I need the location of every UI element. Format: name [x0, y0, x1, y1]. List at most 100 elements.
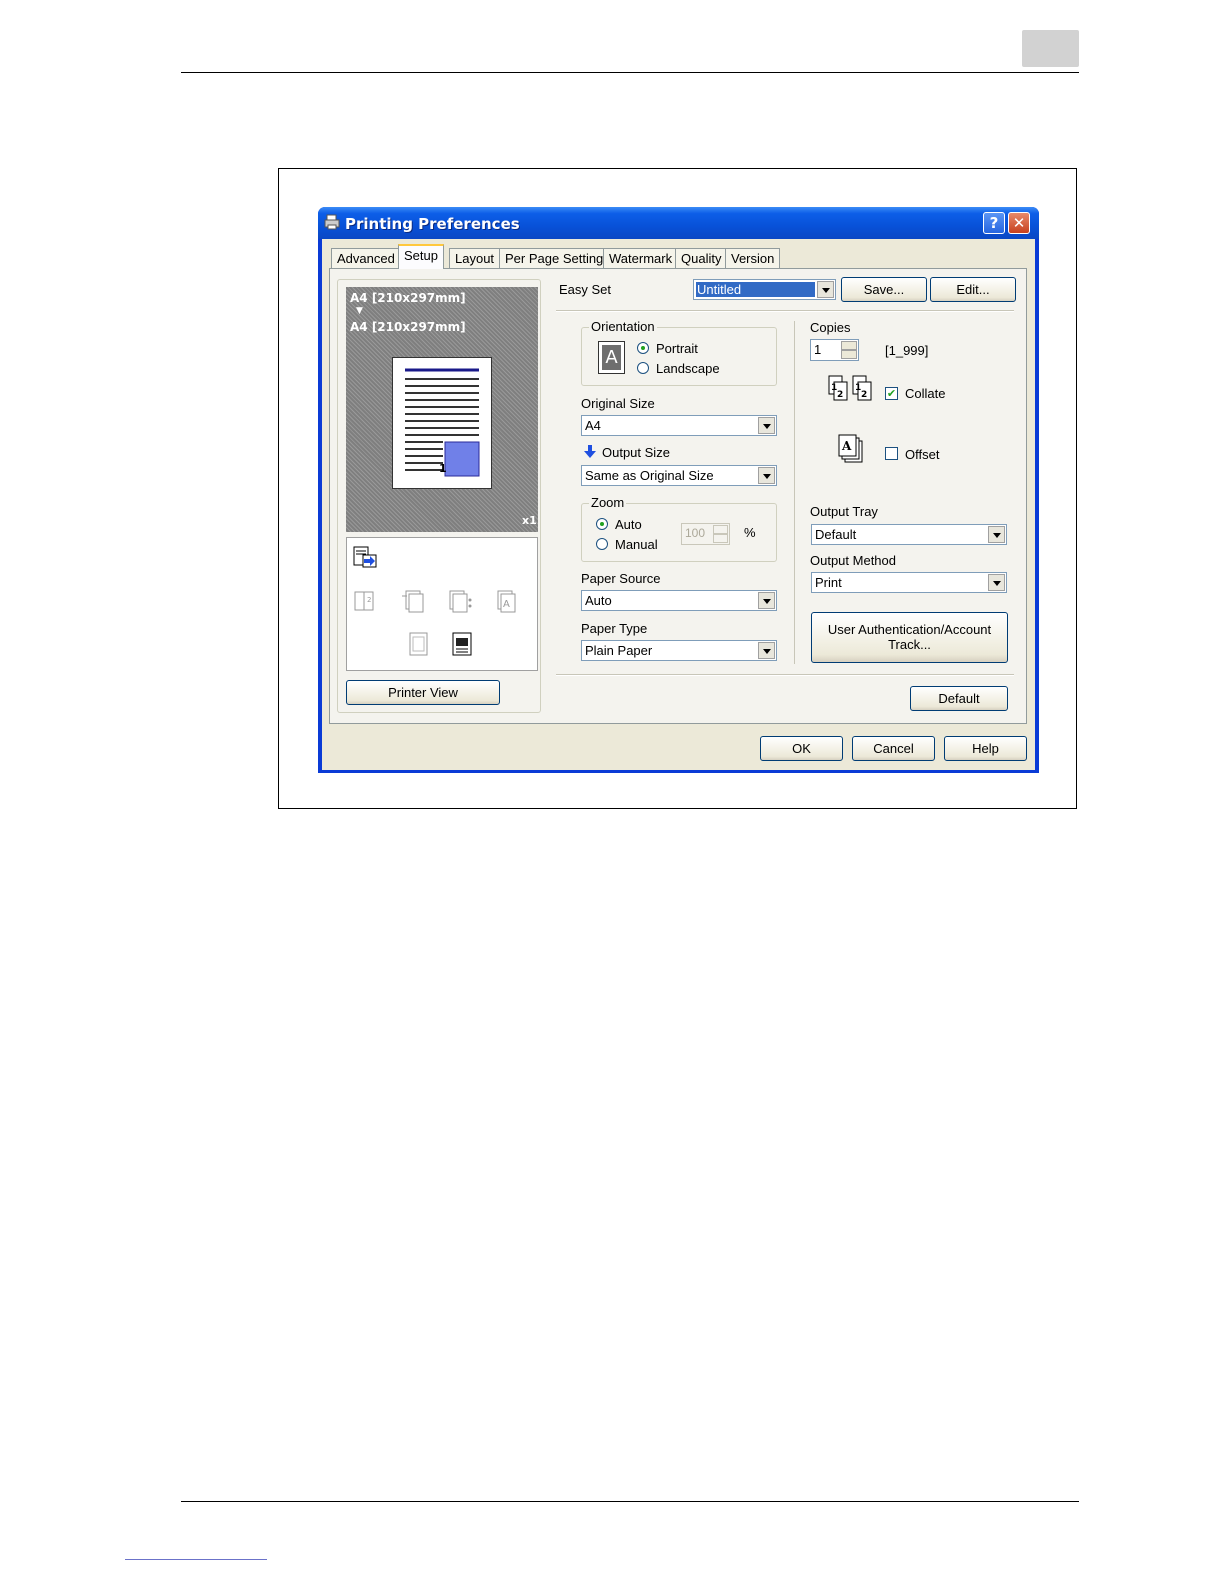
orientation-preview-icon: A: [598, 341, 625, 374]
user-authentication-button[interactable]: User Authentication/Account Track...: [811, 612, 1008, 663]
setup-panel: A4 [210x297mm] ▼ A4 [210x297mm] 1 x1 2 A…: [329, 268, 1027, 724]
default-button[interactable]: Default: [910, 686, 1008, 711]
output-tray-select[interactable]: Default: [811, 524, 1007, 545]
spinner-down-icon[interactable]: [841, 350, 857, 359]
header-rule: [181, 72, 1079, 73]
output-method-select[interactable]: Print: [811, 572, 1007, 593]
fold-icon[interactable]: A: [495, 588, 521, 614]
zoom-legend: Zoom: [589, 495, 627, 510]
edit-button[interactable]: Edit...: [930, 277, 1016, 302]
chevron-down-icon[interactable]: [758, 592, 775, 609]
booklet-icon[interactable]: [405, 631, 431, 657]
preview-original-size: A4 [210x297mm]: [350, 291, 466, 305]
paper-type-value: Plain Paper: [585, 643, 653, 658]
preview-copies-marker: x1: [522, 514, 537, 527]
copies-range: [1_999]: [885, 343, 929, 358]
offset-icon: A: [838, 434, 863, 463]
finishing-icons-panel: 2 A: [346, 537, 538, 671]
tab-advanced[interactable]: Advanced: [331, 248, 401, 268]
chevron-down-icon[interactable]: [988, 526, 1005, 543]
tab-watermark[interactable]: Watermark: [603, 248, 679, 268]
bottom-separator: [556, 674, 1014, 676]
portrait-label[interactable]: Portrait: [656, 341, 698, 356]
output-tray-value: Default: [815, 527, 857, 542]
cancel-button[interactable]: Cancel: [852, 736, 935, 761]
zoom-manual-radio[interactable]: [596, 538, 608, 550]
landscape-label[interactable]: Landscape: [656, 361, 720, 376]
preview-page-number: 1: [439, 462, 447, 475]
orientation-letter: A: [602, 345, 621, 370]
chevron-down-icon[interactable]: [988, 574, 1005, 591]
output-method-label: Output Method: [810, 553, 896, 568]
preview-page: 1: [392, 357, 492, 489]
chevron-down-icon[interactable]: [817, 281, 834, 298]
cover-sheet-icon[interactable]: [449, 631, 475, 657]
printer-output-icon[interactable]: [352, 544, 378, 570]
chevron-down-icon[interactable]: [758, 467, 775, 484]
paper-source-value: Auto: [585, 593, 612, 608]
collate-icon: 12 12: [828, 375, 872, 401]
spinner-up-icon[interactable]: [713, 525, 728, 534]
easy-set-label: Easy Set: [559, 282, 612, 297]
paper-type-select[interactable]: Plain Paper: [581, 640, 777, 661]
punch-icon[interactable]: [447, 588, 473, 614]
orientation-group: Orientation A Portrait Landscape: [581, 319, 777, 386]
svg-text:A: A: [503, 599, 510, 610]
tab-quality[interactable]: Quality: [675, 248, 728, 268]
offset-label[interactable]: Offset: [905, 447, 939, 462]
zoom-manual-label[interactable]: Manual: [615, 537, 658, 552]
zoom-value-spinner[interactable]: 100: [681, 523, 730, 545]
collate-checkbox[interactable]: ✔: [885, 387, 898, 400]
original-size-value: A4: [585, 418, 601, 433]
footer-rule: [181, 1501, 1079, 1502]
staple-icon[interactable]: [400, 588, 426, 614]
tab-per-page-setting[interactable]: Per Page Setting: [499, 248, 610, 268]
printing-preferences-window: Printing Preferences ? ✕ Advanced Setup …: [318, 207, 1039, 773]
tab-version[interactable]: Version: [725, 248, 781, 268]
paper-type-label: Paper Type: [581, 621, 648, 636]
portrait-radio[interactable]: [637, 342, 649, 354]
dialog-client: Advanced Setup Layout Per Page Setting W…: [322, 239, 1035, 770]
duplex-icon[interactable]: 2: [352, 588, 378, 614]
collate-label[interactable]: Collate: [905, 386, 945, 401]
zoom-unit: %: [744, 525, 756, 540]
output-size-label: Output Size: [602, 445, 670, 460]
printer-view-button[interactable]: Printer View: [346, 680, 500, 705]
help-button[interactable]: Help: [944, 736, 1027, 761]
copies-value[interactable]: 1: [814, 342, 821, 357]
ok-button[interactable]: OK: [760, 736, 843, 761]
preview-arrow: ▼: [356, 306, 363, 316]
preview-output-size: A4 [210x297mm]: [350, 320, 466, 334]
svg-text:2: 2: [837, 390, 843, 400]
close-icon[interactable]: ✕: [1008, 212, 1030, 234]
spinner-down-icon[interactable]: [713, 534, 728, 543]
user-authentication-line2: Track...: [888, 637, 931, 652]
zoom-auto-label[interactable]: Auto: [615, 517, 642, 532]
offset-checkbox[interactable]: [885, 447, 898, 460]
chevron-down-icon[interactable]: [758, 417, 775, 434]
original-size-label: Original Size: [581, 396, 655, 411]
paper-source-label: Paper Source: [581, 571, 661, 586]
save-button[interactable]: Save...: [841, 277, 927, 302]
tab-setup[interactable]: Setup: [398, 244, 444, 269]
help-icon[interactable]: ?: [983, 212, 1005, 234]
easy-set-select[interactable]: Untitled: [693, 279, 836, 300]
user-authentication-line1: User Authentication/Account: [827, 622, 992, 637]
chapter-tab: [1022, 30, 1079, 67]
zoom-auto-radio[interactable]: [596, 518, 608, 530]
window-title: Printing Preferences: [345, 215, 520, 233]
page-preview: A4 [210x297mm] ▼ A4 [210x297mm] 1 x1: [346, 287, 538, 532]
landscape-radio[interactable]: [637, 362, 649, 374]
copies-spinner[interactable]: 1: [810, 339, 859, 361]
title-bar[interactable]: Printing Preferences ? ✕: [318, 207, 1039, 239]
arrow-down-icon: [584, 445, 596, 458]
copies-label: Copies: [810, 320, 851, 335]
spinner-up-icon[interactable]: [841, 341, 857, 350]
chevron-down-icon[interactable]: [758, 642, 775, 659]
tab-layout[interactable]: Layout: [449, 248, 501, 268]
column-separator: [794, 321, 795, 664]
output-method-value: Print: [815, 575, 842, 590]
original-size-select[interactable]: A4: [581, 415, 777, 436]
paper-source-select[interactable]: Auto: [581, 590, 777, 611]
output-size-select[interactable]: Same as Original Size: [581, 465, 777, 486]
